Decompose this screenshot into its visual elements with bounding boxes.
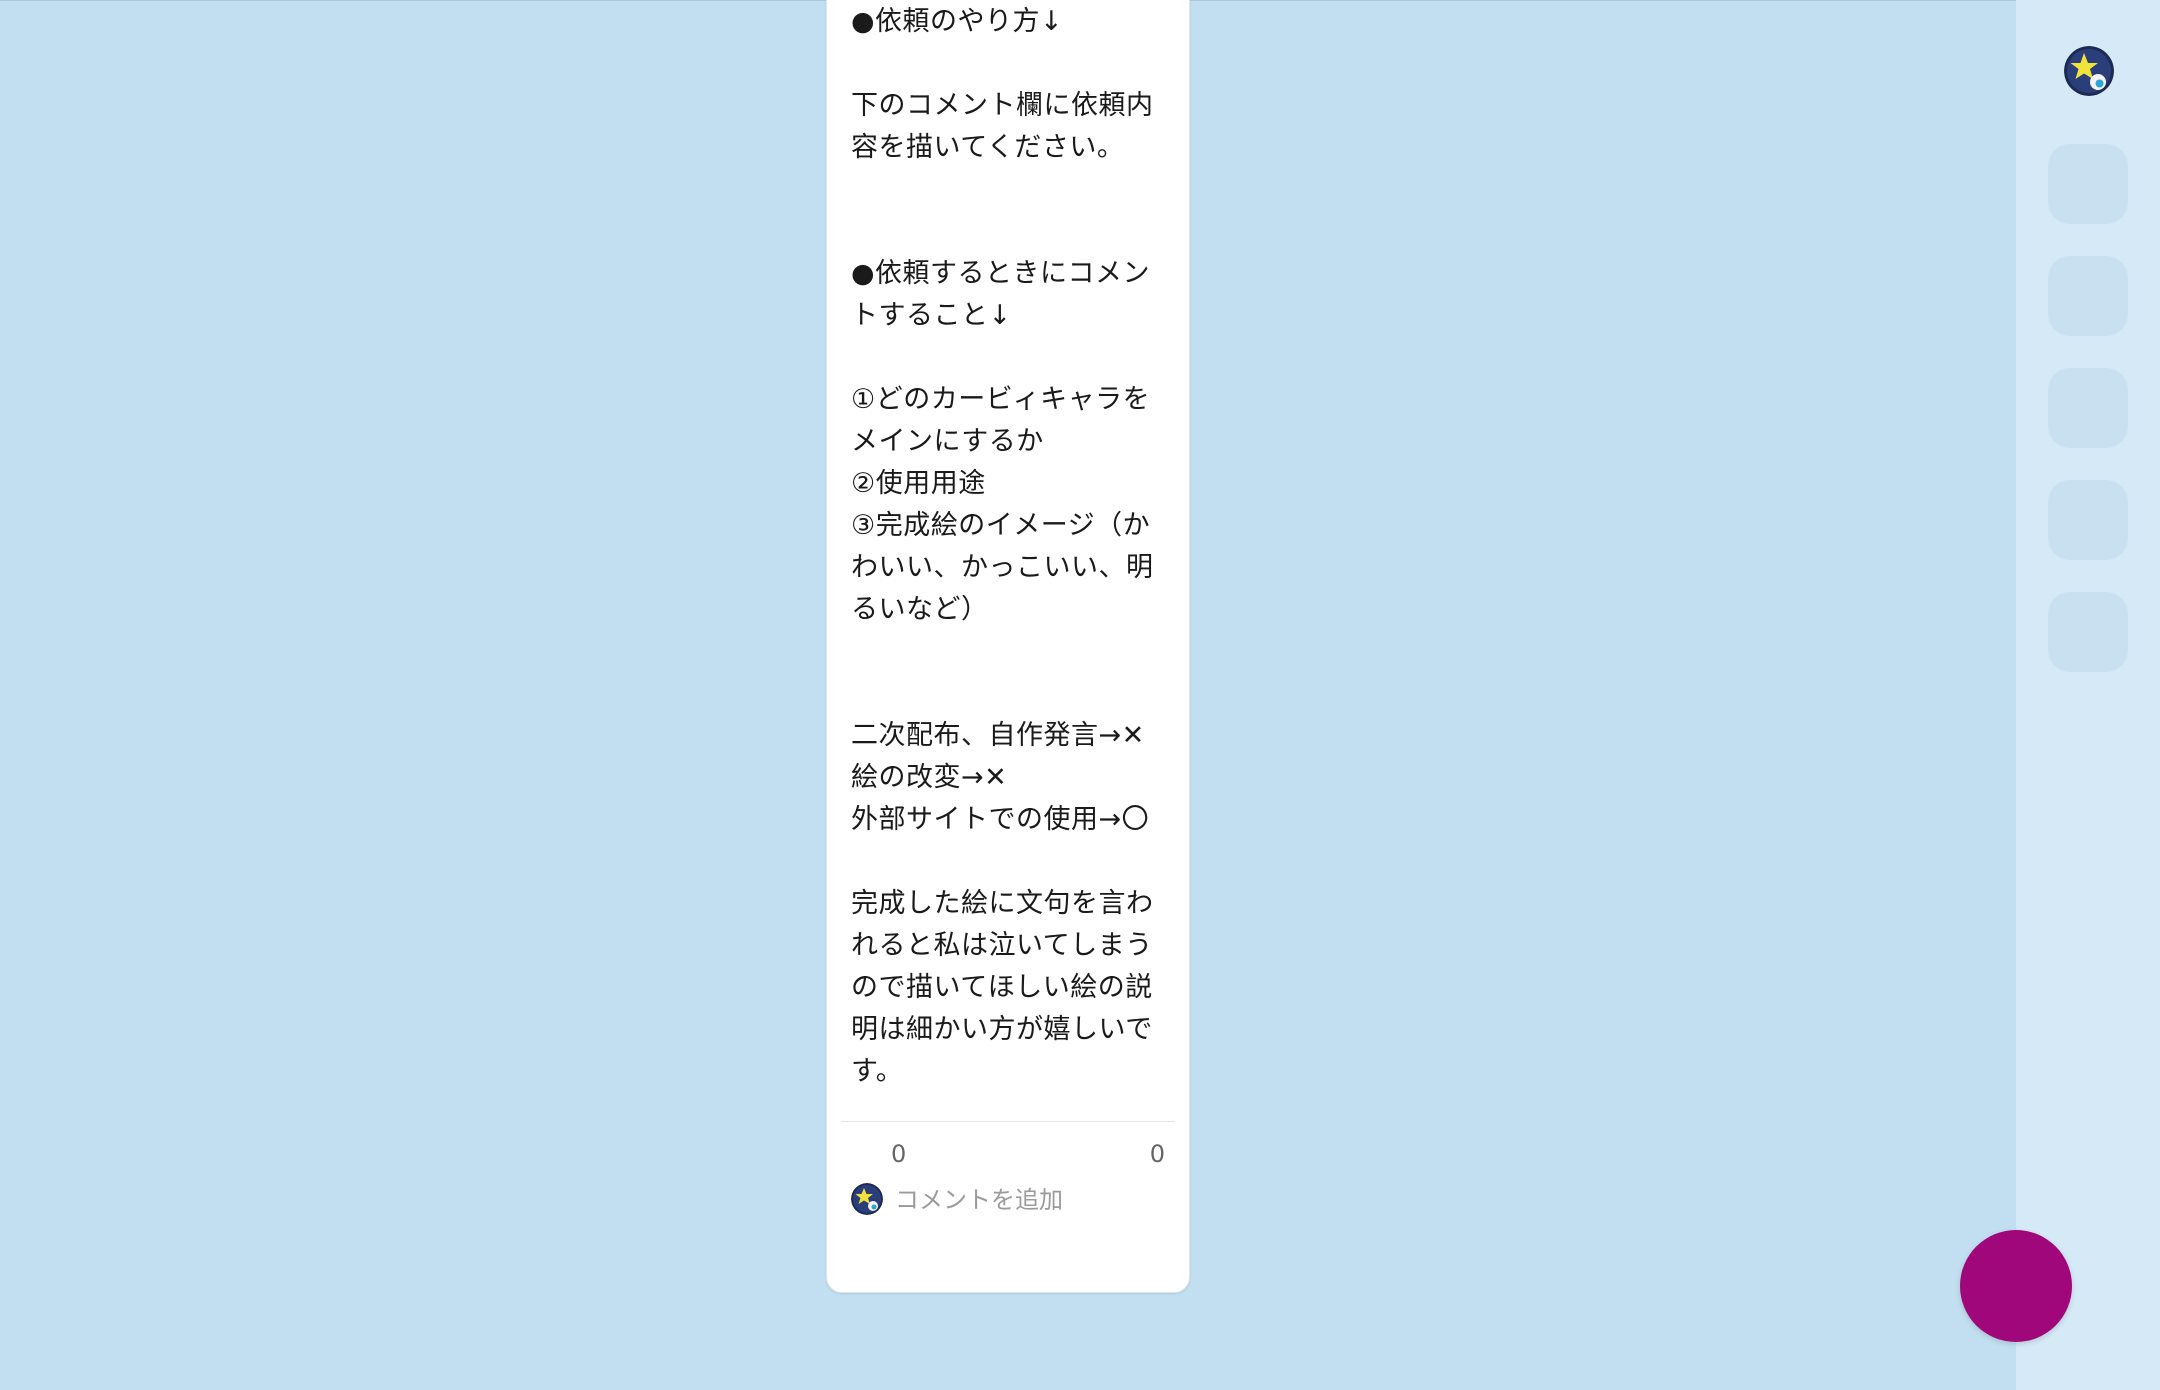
user-avatar-icon <box>851 1183 883 1215</box>
rail-slot[interactable] <box>2048 592 2128 672</box>
comment-row <box>851 1183 1171 1217</box>
page: ●依頼のやり方↓ 下のコメント欄に依頼内容を描いてください。 ●依頼するときにコ… <box>0 0 2160 1390</box>
rail-slot[interactable] <box>2048 368 2128 448</box>
post-body-text: ●依頼のやり方↓ 下のコメント欄に依頼内容を描いてください。 ●依頼するときにコ… <box>851 6 1154 1087</box>
rail-slot[interactable] <box>2048 480 2128 560</box>
post-card: ●依頼のやり方↓ 下のコメント欄に依頼内容を描いてください。 ●依頼するときにコ… <box>826 0 1190 1293</box>
profile-avatar-icon[interactable] <box>2064 46 2114 96</box>
create-post-button[interactable] <box>1960 1230 2072 1342</box>
divider <box>841 1121 1175 1122</box>
comment-input[interactable] <box>895 1183 1155 1217</box>
rail-slot[interactable] <box>2048 256 2128 336</box>
rail-slot[interactable] <box>2048 144 2128 224</box>
reaction-count[interactable]: 0 <box>891 1139 906 1169</box>
right-rail <box>2016 0 2160 1390</box>
comment-count[interactable]: 0 <box>1150 1139 1165 1169</box>
